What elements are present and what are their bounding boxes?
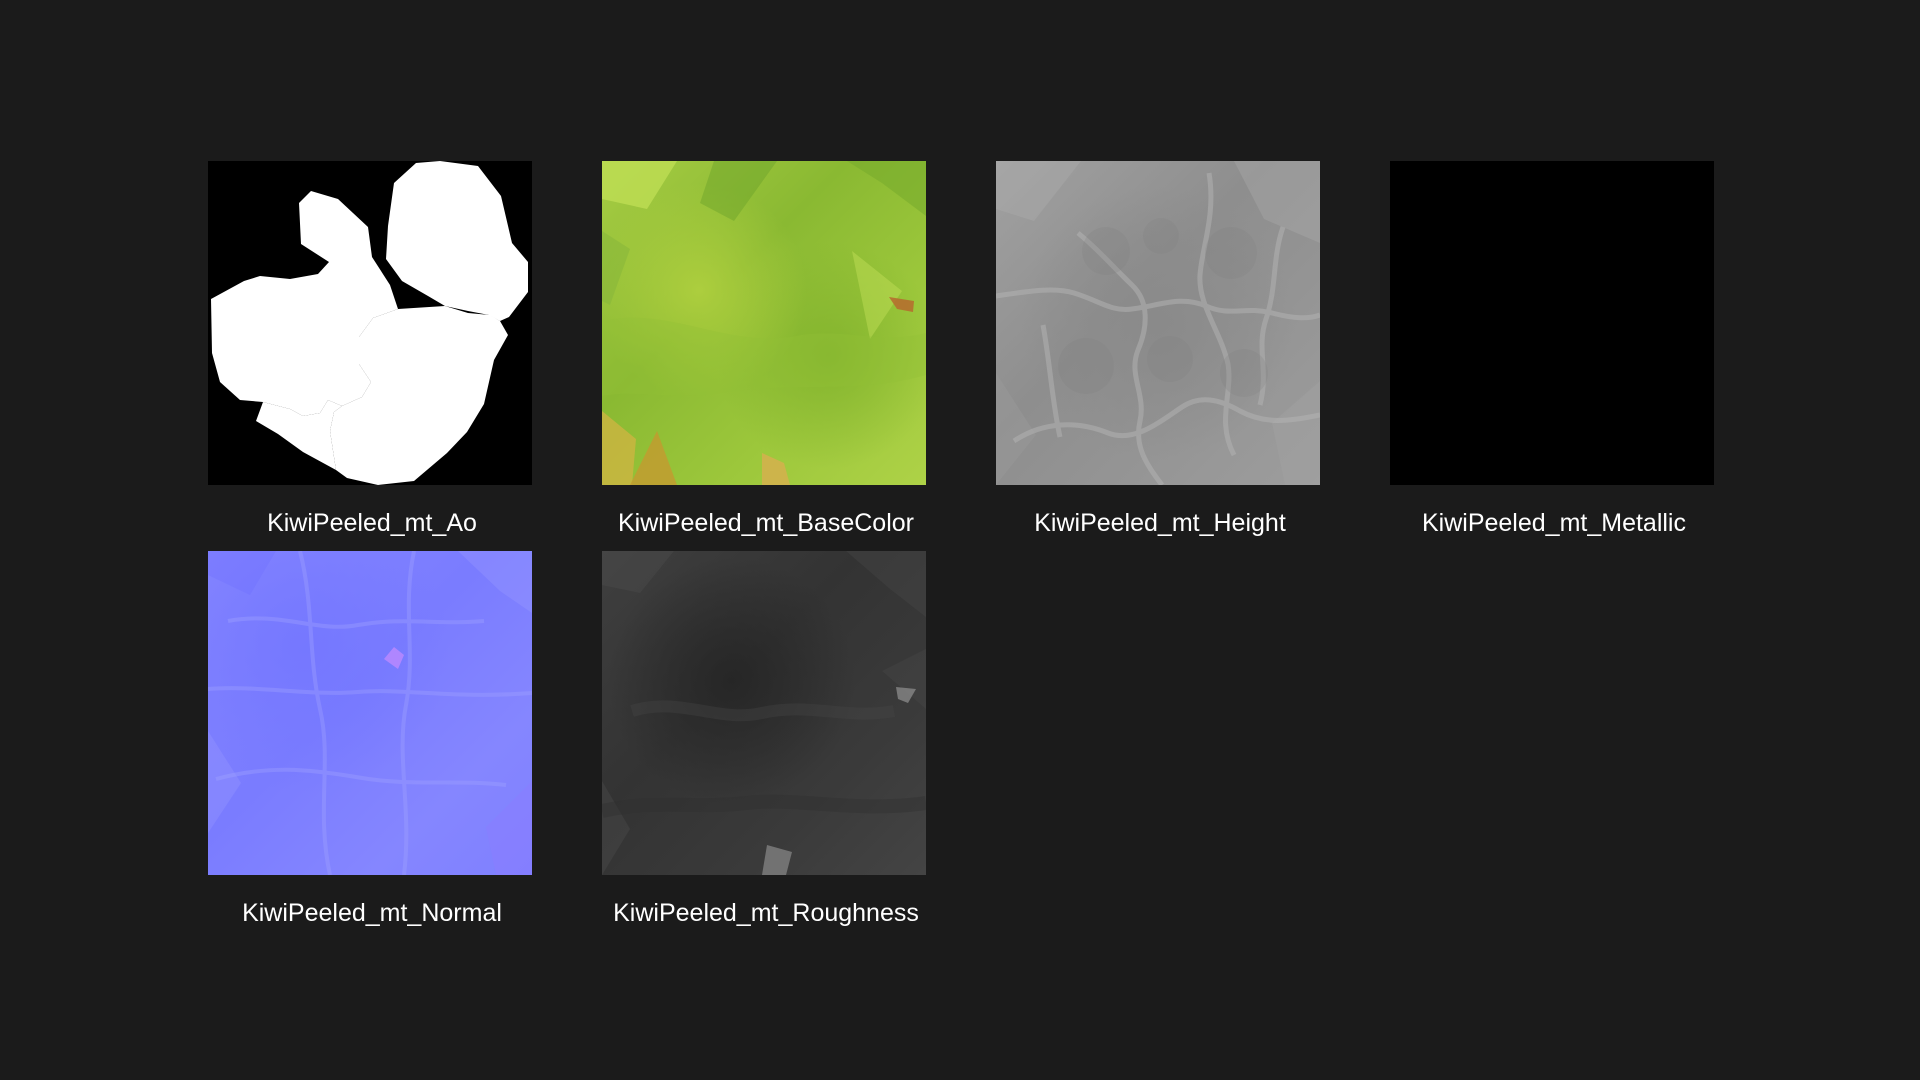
height-texture-pattern [996,161,1320,485]
roughness-texture-pattern [602,551,926,875]
file-name-normal: KiwiPeeled_mt_Normal [242,899,502,927]
ao-texture-thumbnail [208,161,532,485]
ao-texture-mask [208,161,532,485]
file-name-height: KiwiPeeled_mt_Height [1034,509,1286,537]
basecolor-texture-thumbnail [602,161,926,485]
texture-browser: { "files": [ { "id": "ao", "name": "Kiwi… [0,0,1920,1080]
basecolor-texture-pattern [602,161,926,485]
file-name-basecolor: KiwiPeeled_mt_BaseColor [618,509,914,537]
normal-texture-thumbnail [208,551,532,875]
file-name-metallic: KiwiPeeled_mt_Metallic [1421,509,1686,537]
roughness-texture-thumbnail [602,551,926,875]
height-texture-thumbnail [996,161,1320,485]
normal-texture-pattern [208,551,532,875]
file-name-roughness: KiwiPeeled_mt_Roughness [613,899,919,927]
file-name-ao: KiwiPeeled_mt_Ao [267,509,477,537]
metallic-texture-thumbnail [1390,161,1714,485]
